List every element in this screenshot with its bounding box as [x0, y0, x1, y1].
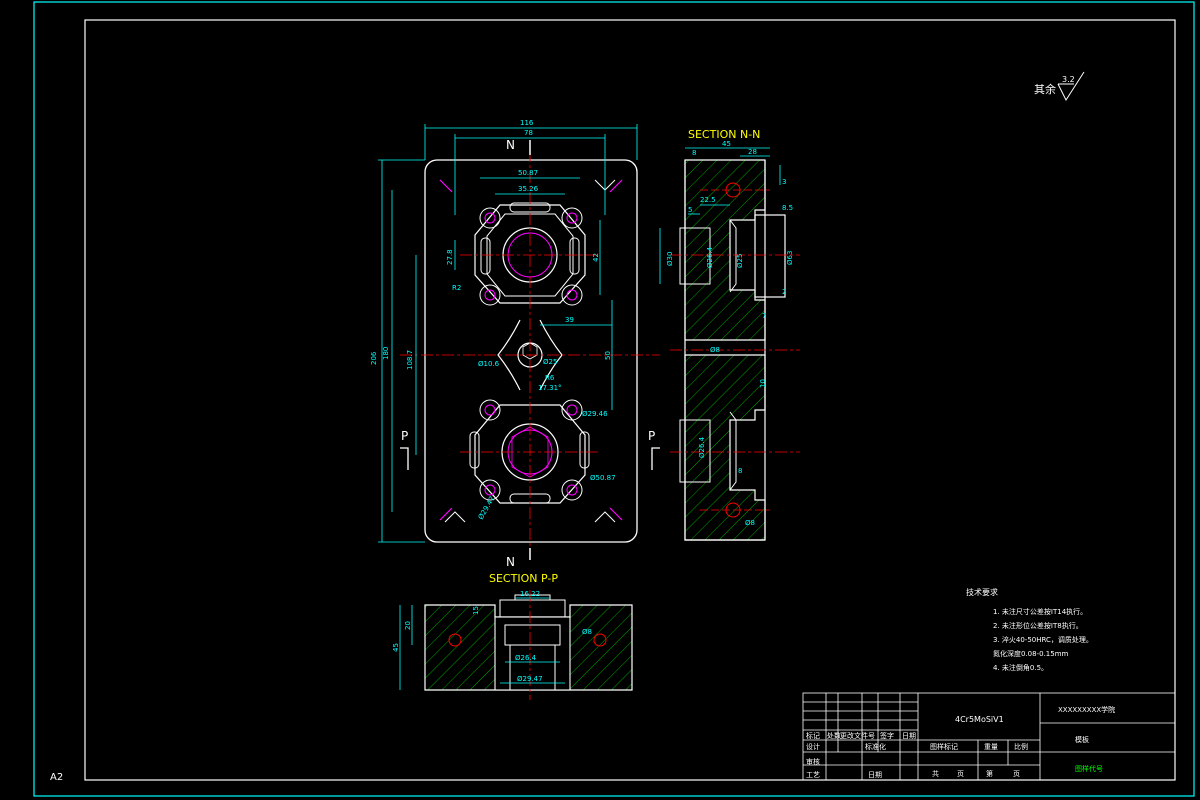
tb-header: 日期 — [902, 732, 916, 740]
nn-dim-mid-b: 5 — [688, 206, 692, 214]
tb-sheet-col: 页 — [957, 770, 964, 778]
dim-top-inner: 78 — [524, 129, 533, 137]
section-mark-p-right: P — [648, 429, 655, 443]
tb-date-label: 日期 — [868, 771, 882, 779]
section-pp-view: SECTION P-P 16.22 45 20 15 Ø26.4 Ø29.47 … — [392, 572, 633, 700]
dim-left-mid: 180 — [382, 347, 390, 360]
nn-dim-top-a: 45 — [722, 140, 731, 148]
nn-dim-dia-e: Ø26.4 — [698, 436, 706, 458]
pp-dim-dia-a: Ø26.4 — [515, 654, 537, 662]
dim-dia-c: Ø29.47 — [477, 495, 497, 521]
front-view: N N P P 116 78 50.87 35.26 206 180 108.7… — [370, 119, 660, 569]
tb-header: 处数 — [827, 731, 841, 740]
pp-dim-small: Ø8 — [582, 628, 592, 636]
nn-dim-dia-b: Ø26.4 — [706, 246, 714, 268]
dim-dia-b: Ø50.87 — [590, 474, 616, 482]
pp-dim-top: 16.22 — [520, 590, 540, 598]
tb-sheet-col: 第 — [986, 769, 993, 778]
section-pp-title: SECTION P-P — [489, 572, 558, 585]
tb-stage-col: 图样标记 — [930, 742, 958, 751]
nn-dim-dia-d: Ø25 — [736, 254, 744, 268]
title-drawing-no: 图样代号 — [1075, 764, 1103, 773]
tb-header: 签字 — [880, 731, 894, 740]
nn-dim-small-b: 8 — [738, 467, 742, 475]
tb-stage-col: 比例 — [1014, 742, 1028, 751]
sheet-size-label: A2 — [50, 772, 63, 783]
tb-stage-col: 重量 — [984, 743, 998, 751]
dim-dia-a: Ø29.46 — [582, 410, 608, 418]
roughness-prefix: 其余 — [1034, 82, 1056, 96]
roughness-value: 3.2 — [1062, 75, 1075, 84]
pp-dim-dia-b: Ø29.47 — [517, 675, 543, 683]
tb-designer-label: 设计 — [806, 742, 820, 751]
dim-r-small: R6 — [545, 374, 555, 382]
dim-right-a: 39 — [565, 316, 574, 324]
pp-dim-left-a: 45 — [392, 643, 400, 652]
dim-hole-a: Ø10.6 — [478, 360, 500, 368]
nn-dim-mid-a: 22.5 — [700, 196, 716, 204]
front-plate-outline — [424, 159, 638, 543]
nn-dim-right-a: 3 — [782, 178, 786, 186]
nn-dim-small-a: 10 — [759, 379, 767, 388]
dim-left-r: R2 — [452, 284, 461, 292]
dim-top-overall: 116 — [520, 119, 534, 127]
dim-right-v: 42 — [592, 253, 600, 262]
title-school: XXXXXXXXX学院 — [1058, 705, 1115, 714]
dim-left-overall: 206 — [370, 351, 378, 365]
nn-dim-right-d: 2 — [782, 288, 786, 296]
section-mark-n-bottom: N — [506, 555, 515, 569]
nn-dim-dia-a: Ø30 — [666, 252, 674, 266]
dim-top-small: 35.26 — [518, 185, 539, 193]
cad-drawing: A2 其余 3.2 N N P P 116 78 50.87 35.26 206… — [33, 1, 1195, 797]
note-item: 4. 未注倒角0.5。 — [993, 663, 1048, 672]
note-item: 1. 未注尺寸公差按IT14执行。 — [993, 607, 1087, 616]
roughness-symbol: 其余 3.2 — [1034, 71, 1085, 102]
nn-dim-top-c: 8 — [692, 149, 696, 157]
tb-process-label: 工艺 — [806, 771, 820, 779]
title-material: 4Cr5MoSiV1 — [955, 715, 1004, 724]
tb-sheet-col: 共 — [932, 769, 939, 778]
nn-dim-top-b: 28 — [748, 148, 757, 156]
nn-dim-dia-f: Ø8 — [710, 346, 720, 354]
notes-title: 技术要求 — [966, 587, 998, 597]
dim-angle: 17.31° — [538, 384, 562, 392]
note-item: 3. 淬火40-50HRC，调质处理。 — [993, 635, 1093, 644]
section-nn-view: SECTION N-N 45 28 8 3 8.5 7 2 22.5 5 Ø30… — [659, 128, 800, 541]
section-mark-n-top: N — [506, 138, 515, 152]
dim-top-mid: 50.87 — [518, 169, 538, 177]
nn-dim-dia-c: Ø63 — [786, 251, 794, 265]
dim-left-small: 27.8 — [446, 249, 454, 265]
tb-standard-label: 标准化 — [865, 742, 886, 751]
technical-notes: 技术要求 1. 未注尺寸公差按IT14执行。 2. 未注形位公差按IT8执行。 … — [966, 587, 1093, 672]
dim-hole-b: Ø25 — [543, 358, 557, 366]
tb-header: 更改文件号 — [840, 731, 875, 740]
nn-dim-right-b: 8.5 — [782, 204, 793, 212]
nn-dim-right-c: 7 — [762, 312, 766, 320]
pp-dim-left-c: 15 — [472, 606, 480, 615]
title-part-name: 模板 — [1075, 735, 1089, 744]
section-mark-p-left: P — [401, 429, 408, 443]
tb-header: 标记 — [806, 731, 820, 740]
pp-dim-left-b: 20 — [404, 621, 412, 630]
dim-left-inner: 108.7 — [406, 350, 414, 370]
tb-sheet-col: 页 — [1013, 770, 1020, 778]
note-item: 氮化深度0.08-0.15mm — [993, 649, 1069, 658]
tb-review-label: 审核 — [806, 757, 820, 766]
dim-right-b: 50 — [604, 351, 612, 360]
nn-dim-dia-g: Ø8 — [745, 519, 755, 527]
note-item: 2. 未注形位公差按IT8执行。 — [993, 621, 1083, 630]
lower-pocket — [469, 399, 590, 504]
